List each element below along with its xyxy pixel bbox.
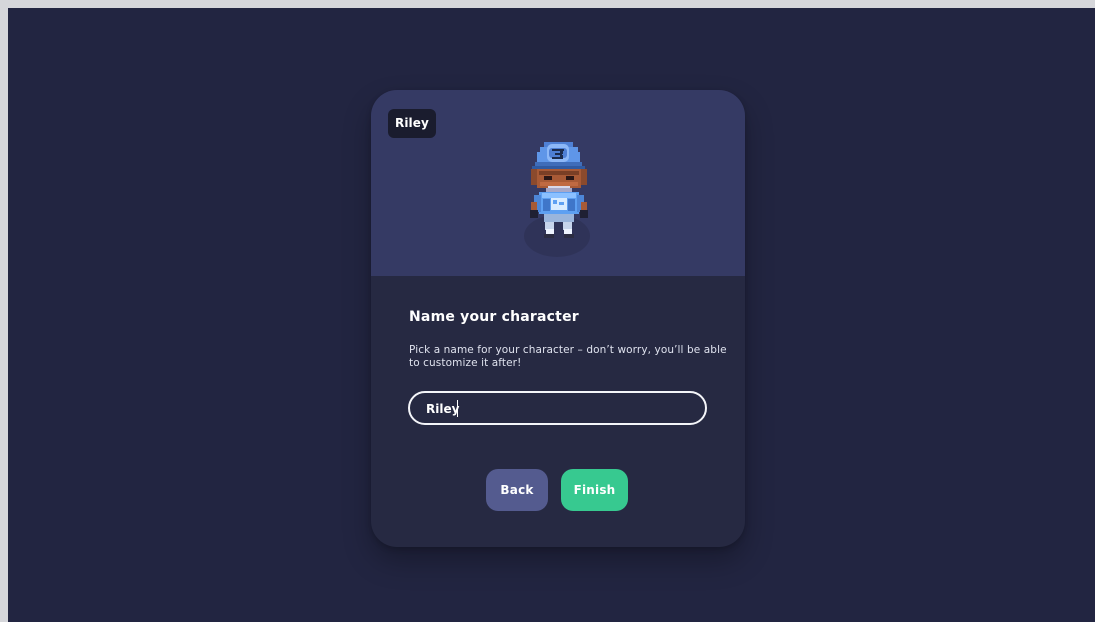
- text-cursor: [457, 400, 458, 417]
- page-title: Name your character: [409, 309, 579, 325]
- page-description: Pick a name for your character – don’t w…: [409, 344, 727, 369]
- character-setup-card: Riley Name your character Pick a name fo…: [371, 90, 745, 547]
- character-name-field[interactable]: [408, 391, 707, 425]
- character-name-tag: Riley: [388, 109, 436, 138]
- app-viewport: Riley Name your character Pick a name fo…: [8, 8, 1095, 622]
- finish-button[interactable]: Finish: [561, 469, 628, 511]
- pixel-character-icon: [523, 138, 595, 262]
- back-button[interactable]: Back: [486, 469, 548, 511]
- character-name-input[interactable]: [426, 399, 681, 419]
- character-preview: Riley: [371, 90, 745, 276]
- naming-form: Name your character Pick a name for your…: [371, 276, 745, 547]
